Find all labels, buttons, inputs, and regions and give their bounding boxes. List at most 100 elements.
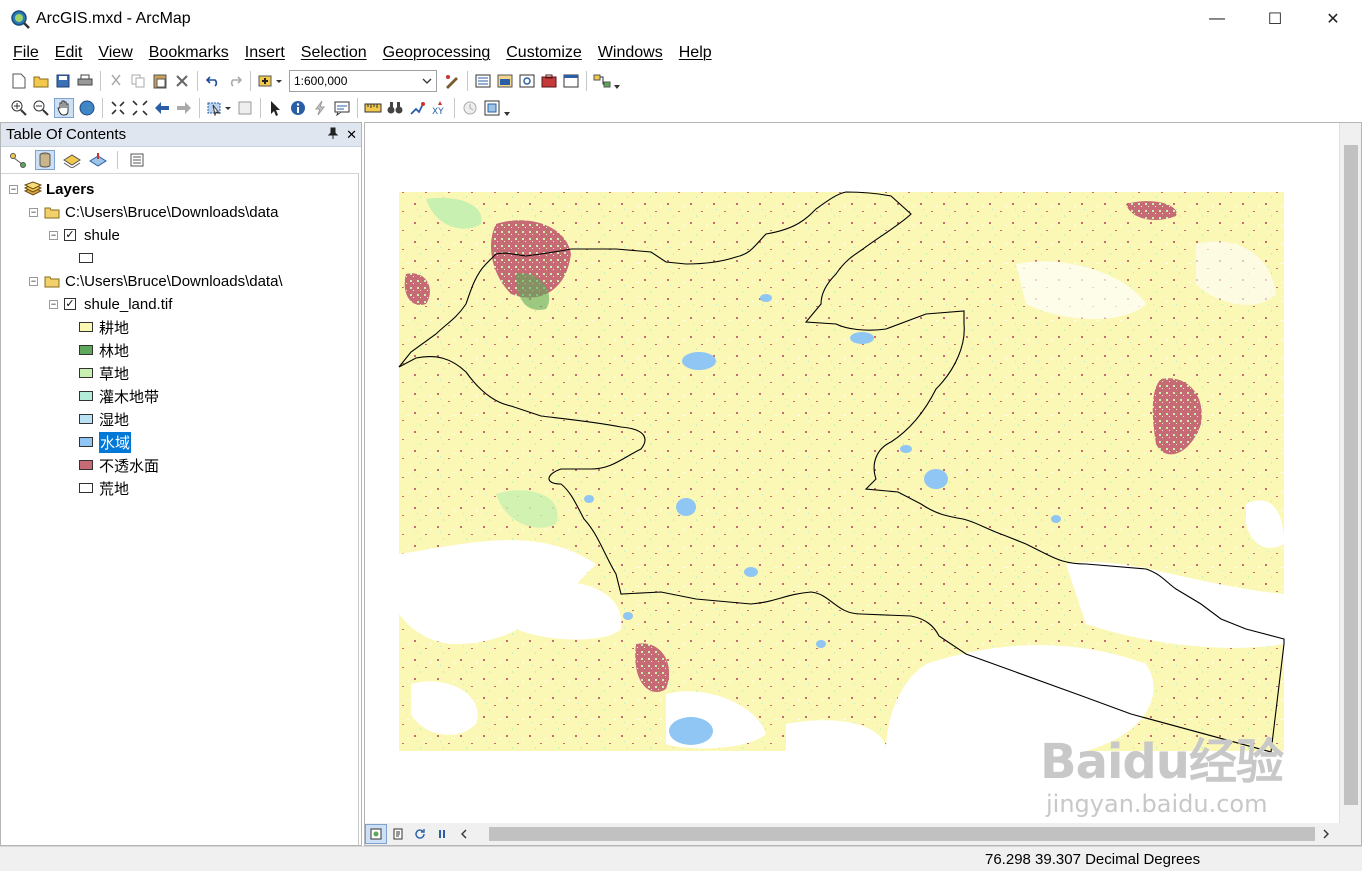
fixed-zoom-in-icon[interactable]	[109, 99, 127, 117]
undo-icon[interactable]	[204, 72, 222, 90]
open-folder-icon[interactable]	[32, 72, 50, 90]
scroll-right-button[interactable]	[1315, 824, 1337, 844]
go-back-arrow-icon[interactable]	[153, 99, 171, 117]
legend-item[interactable]: 林地	[79, 340, 129, 360]
time-slider-icon[interactable]	[461, 99, 479, 117]
toolbar-overflow-icon[interactable]	[503, 99, 511, 117]
toc-pin-button[interactable]	[327, 127, 339, 143]
menu-edit[interactable]: Edit	[55, 44, 83, 62]
editor-toolbar-icon[interactable]	[443, 72, 461, 90]
redo-icon[interactable]	[226, 72, 244, 90]
save-icon[interactable]	[54, 72, 72, 90]
list-by-drawing-order-icon[interactable]	[9, 151, 27, 169]
menu-help[interactable]: Help	[679, 44, 712, 62]
html-popup-icon[interactable]	[333, 99, 351, 117]
collapse-toggle[interactable]: −	[29, 207, 38, 217]
zoom-out-icon[interactable]	[32, 99, 50, 117]
table-of-contents-icon[interactable]	[474, 72, 492, 90]
menu-bookmarks[interactable]: Bookmarks	[149, 44, 229, 62]
menu-view[interactable]: View	[98, 44, 132, 62]
delete-icon[interactable]	[173, 72, 191, 90]
zoom-in-icon[interactable]	[10, 99, 28, 117]
full-extent-globe-icon[interactable]	[78, 99, 96, 117]
horizontal-scroll-thumb[interactable]	[489, 827, 1315, 841]
list-by-selection-icon[interactable]	[89, 151, 107, 169]
scroll-left-button[interactable]	[453, 824, 475, 844]
toc-options-icon[interactable]	[128, 151, 146, 169]
find-route-icon[interactable]	[408, 99, 426, 117]
toc-close-button[interactable]: ✕	[346, 127, 357, 143]
tree-node-layer-shule[interactable]: − ✓ shule	[49, 225, 120, 245]
legend-item-selected[interactable]: 水域	[79, 431, 132, 453]
cut-icon[interactable]	[107, 72, 125, 90]
paste-icon[interactable]	[151, 72, 169, 90]
menu-selection[interactable]: Selection	[301, 44, 367, 62]
tree-node-layers[interactable]: − Layers	[9, 179, 94, 199]
pause-icon	[439, 830, 445, 838]
catalog-icon[interactable]	[496, 72, 514, 90]
list-by-source-icon[interactable]	[35, 150, 55, 170]
measure-ruler-icon[interactable]	[364, 99, 382, 117]
list-by-visibility-icon[interactable]	[63, 151, 81, 169]
copy-icon[interactable]	[129, 72, 147, 90]
toolbar-overflow-icon[interactable]	[613, 72, 621, 90]
go-forward-arrow-icon[interactable]	[175, 99, 193, 117]
tree-node-folder[interactable]: − C:\Users\Bruce\Downloads\data\	[29, 271, 283, 291]
add-data-icon[interactable]	[257, 72, 283, 90]
search-window-icon[interactable]	[518, 72, 536, 90]
collapse-toggle[interactable]: −	[49, 299, 58, 309]
arctoolbox-icon[interactable]	[540, 72, 558, 90]
print-icon[interactable]	[76, 72, 94, 90]
tree-node-folder[interactable]: − C:\Users\Bruce\Downloads\data	[29, 202, 278, 222]
maximize-button[interactable]: ☐	[1246, 0, 1304, 37]
find-binoculars-icon[interactable]	[386, 99, 404, 117]
legend-item[interactable]: 耕地	[79, 317, 129, 337]
vertical-scroll-thumb[interactable]	[1344, 145, 1358, 805]
legend-item[interactable]: 湿地	[79, 409, 129, 429]
layout-view-button[interactable]	[387, 824, 409, 844]
baidu-watermark: Baidu经验 jingyan.baidu.com	[1040, 722, 1284, 818]
collapse-toggle[interactable]: −	[9, 184, 18, 194]
menu-geoprocessing[interactable]: Geoprocessing	[383, 44, 491, 62]
refresh-view-button[interactable]	[409, 824, 431, 844]
clear-selection-icon[interactable]	[236, 99, 254, 117]
go-to-xy-icon[interactable]: XY	[430, 99, 448, 117]
collapse-toggle[interactable]: −	[49, 230, 58, 240]
vertical-scrollbar[interactable]	[1339, 123, 1361, 825]
new-document-icon[interactable]	[10, 72, 28, 90]
menu-windows[interactable]: Windows	[598, 44, 663, 62]
chevron-left-icon	[461, 829, 467, 839]
close-button[interactable]: ✕	[1304, 0, 1362, 37]
table-of-contents-panel: Table Of Contents ✕ − Layers − C:\Users\…	[0, 122, 362, 846]
identify-icon[interactable]	[289, 99, 307, 117]
python-window-icon[interactable]	[562, 72, 580, 90]
menu-file[interactable]: File	[13, 44, 39, 62]
pause-drawing-button[interactable]	[431, 824, 453, 844]
select-elements-arrow-icon[interactable]	[267, 99, 285, 117]
watermark-brand: Baidu经验	[1040, 734, 1284, 790]
pan-hand-icon[interactable]	[54, 98, 74, 118]
model-builder-icon[interactable]	[593, 72, 611, 90]
legend-item[interactable]: 荒地	[79, 478, 129, 498]
map-canvas[interactable]	[366, 124, 1340, 824]
hyperlink-lightning-icon[interactable]	[311, 99, 329, 117]
create-viewer-window-icon[interactable]	[483, 99, 501, 117]
select-features-icon[interactable]	[206, 99, 232, 117]
land-cover-raster-map	[398, 191, 1285, 753]
layer-visibility-checkbox[interactable]: ✓	[64, 229, 76, 241]
tree-node-layer-shule-land[interactable]: − ✓ shule_land.tif	[49, 294, 172, 314]
legend-item-polygon[interactable]	[79, 248, 99, 268]
data-view-button[interactable]	[365, 824, 387, 844]
collapse-toggle[interactable]: −	[29, 276, 38, 286]
menu-insert[interactable]: Insert	[245, 44, 285, 62]
minimize-button[interactable]: —	[1188, 0, 1246, 37]
layer-name-label: shule_land.tif	[84, 295, 173, 313]
menu-customize[interactable]: Customize	[506, 44, 582, 62]
map-bottom-bar	[365, 823, 1361, 845]
fixed-zoom-out-icon[interactable]	[131, 99, 149, 117]
legend-item[interactable]: 草地	[79, 363, 129, 383]
map-scale-dropdown[interactable]: 1:600,000	[289, 70, 437, 92]
layer-visibility-checkbox[interactable]: ✓	[64, 298, 76, 310]
legend-item[interactable]: 不透水面	[79, 455, 159, 475]
legend-item[interactable]: 灌木地带	[79, 386, 159, 406]
